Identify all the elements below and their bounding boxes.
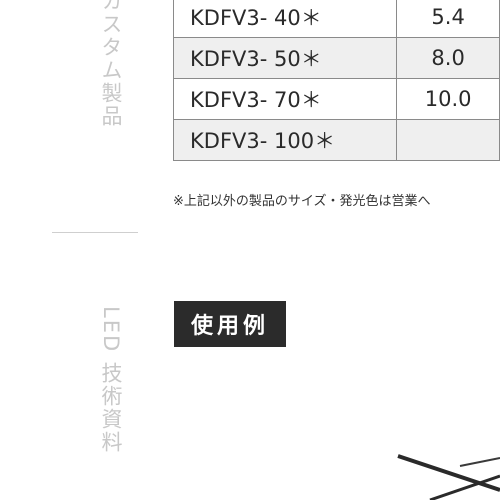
fixture-line bbox=[459, 457, 500, 467]
usage-example-image bbox=[397, 454, 500, 500]
